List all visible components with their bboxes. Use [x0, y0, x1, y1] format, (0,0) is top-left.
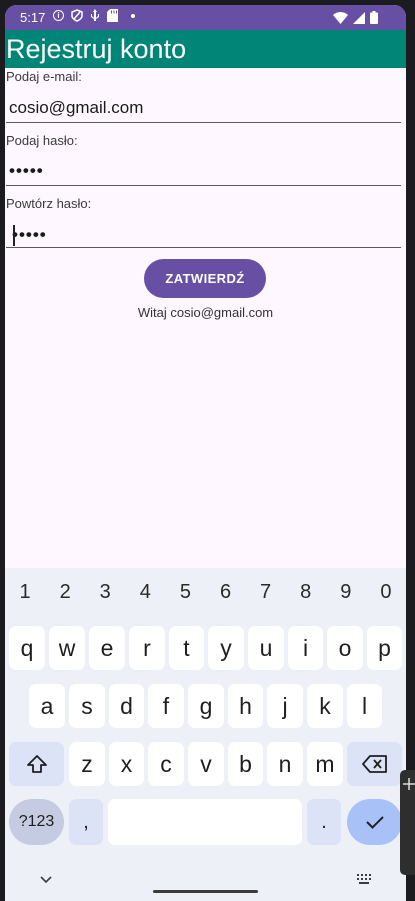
repeat-password-field[interactable]: •••••	[6, 221, 401, 248]
key[interactable]: g	[188, 684, 224, 728]
notification-dot-icon	[131, 13, 135, 18]
email-label: Podaj e-mail:	[6, 69, 82, 84]
number-key[interactable]: 6	[205, 574, 245, 610]
number-key[interactable]: 1	[5, 574, 45, 610]
key[interactable]: a	[29, 684, 65, 728]
sd-card-icon	[107, 9, 118, 22]
repeat-password-label: Powtórz hasło:	[6, 196, 92, 211]
number-key[interactable]: 3	[85, 574, 125, 610]
key[interactable]: l	[347, 684, 382, 728]
number-key[interactable]: 4	[125, 574, 165, 610]
status-notification-icons: i	[53, 9, 135, 22]
key[interactable]: x	[109, 742, 144, 786]
email-value: cosio@gmail.com	[9, 98, 144, 117]
greeting-text: Witaj cosio@gmail.com	[137, 305, 274, 320]
key[interactable]: j	[267, 684, 303, 728]
key[interactable]: n	[267, 742, 303, 786]
info-icon: i	[53, 10, 64, 21]
number-key[interactable]: 0	[366, 574, 406, 610]
status-time: 5:17	[20, 10, 46, 25]
home-handle[interactable]	[153, 890, 258, 893]
number-key[interactable]: 9	[326, 574, 366, 610]
chevron-down-icon[interactable]	[40, 876, 52, 884]
number-key[interactable]: 7	[246, 574, 286, 610]
key[interactable]: q	[9, 626, 45, 670]
wifi-icon	[333, 11, 348, 24]
shield-icon	[71, 9, 83, 22]
plus-icon[interactable]	[403, 778, 415, 790]
navigation-bar	[5, 868, 406, 901]
symbols-key[interactable]: ?123	[9, 799, 64, 845]
number-row: 1 2 3 4 5 6 7 8 9 0	[5, 574, 406, 610]
key[interactable]: m	[307, 742, 343, 786]
phone-screen: 5:17 i Rejestruj konto Podaj e-mail: cos…	[5, 5, 406, 901]
enter-key[interactable]	[347, 799, 402, 845]
key[interactable]: e	[89, 626, 125, 670]
status-bar: 5:17 i	[5, 5, 406, 30]
key[interactable]: h	[228, 684, 263, 728]
period-key[interactable]: .	[307, 799, 341, 845]
app-bar: Rejestruj konto	[5, 30, 406, 68]
key[interactable]: c	[148, 742, 184, 786]
backspace-key[interactable]	[347, 742, 402, 786]
repeat-password-value: •••••	[12, 225, 47, 244]
key[interactable]: v	[188, 742, 224, 786]
password-value: •••••	[9, 161, 44, 180]
key[interactable]: i	[288, 626, 323, 670]
key[interactable]: t	[169, 626, 204, 670]
keyboard-switch-icon[interactable]	[356, 873, 372, 885]
key[interactable]: p	[367, 626, 402, 670]
battery-icon	[370, 11, 378, 24]
number-key[interactable]: 8	[286, 574, 326, 610]
key[interactable]: f	[148, 684, 184, 728]
key[interactable]: s	[69, 684, 105, 728]
signal-icon	[353, 11, 365, 24]
key[interactable]: w	[49, 626, 85, 670]
shift-key[interactable]	[9, 742, 64, 786]
comma-key[interactable]: ,	[69, 799, 103, 845]
key[interactable]: k	[307, 684, 343, 728]
key[interactable]: u	[248, 626, 284, 670]
key[interactable]: y	[208, 626, 244, 670]
number-key[interactable]: 5	[165, 574, 205, 610]
page-title: Rejestruj konto	[6, 34, 187, 64]
number-key[interactable]: 2	[45, 574, 85, 610]
shift-icon	[26, 755, 47, 773]
password-field[interactable]: •••••	[6, 159, 401, 186]
status-system-icons	[333, 11, 378, 24]
submit-button[interactable]: ZATWIERDŹ	[144, 259, 266, 298]
key[interactable]: o	[327, 626, 363, 670]
usb-icon	[91, 9, 99, 21]
key[interactable]: b	[228, 742, 263, 786]
email-field[interactable]: cosio@gmail.com	[6, 96, 401, 123]
key[interactable]: r	[129, 626, 165, 670]
checkmark-icon	[365, 816, 384, 829]
emulator-side-panel[interactable]	[400, 770, 415, 875]
password-label: Podaj hasło:	[6, 133, 78, 148]
backspace-icon	[361, 755, 387, 773]
key[interactable]: d	[109, 684, 144, 728]
key[interactable]: z	[69, 742, 105, 786]
keyboard: 1 2 3 4 5 6 7 8 9 0 q w e r t y u i o p …	[5, 568, 406, 901]
space-key[interactable]	[108, 799, 302, 845]
text-cursor	[13, 225, 15, 246]
